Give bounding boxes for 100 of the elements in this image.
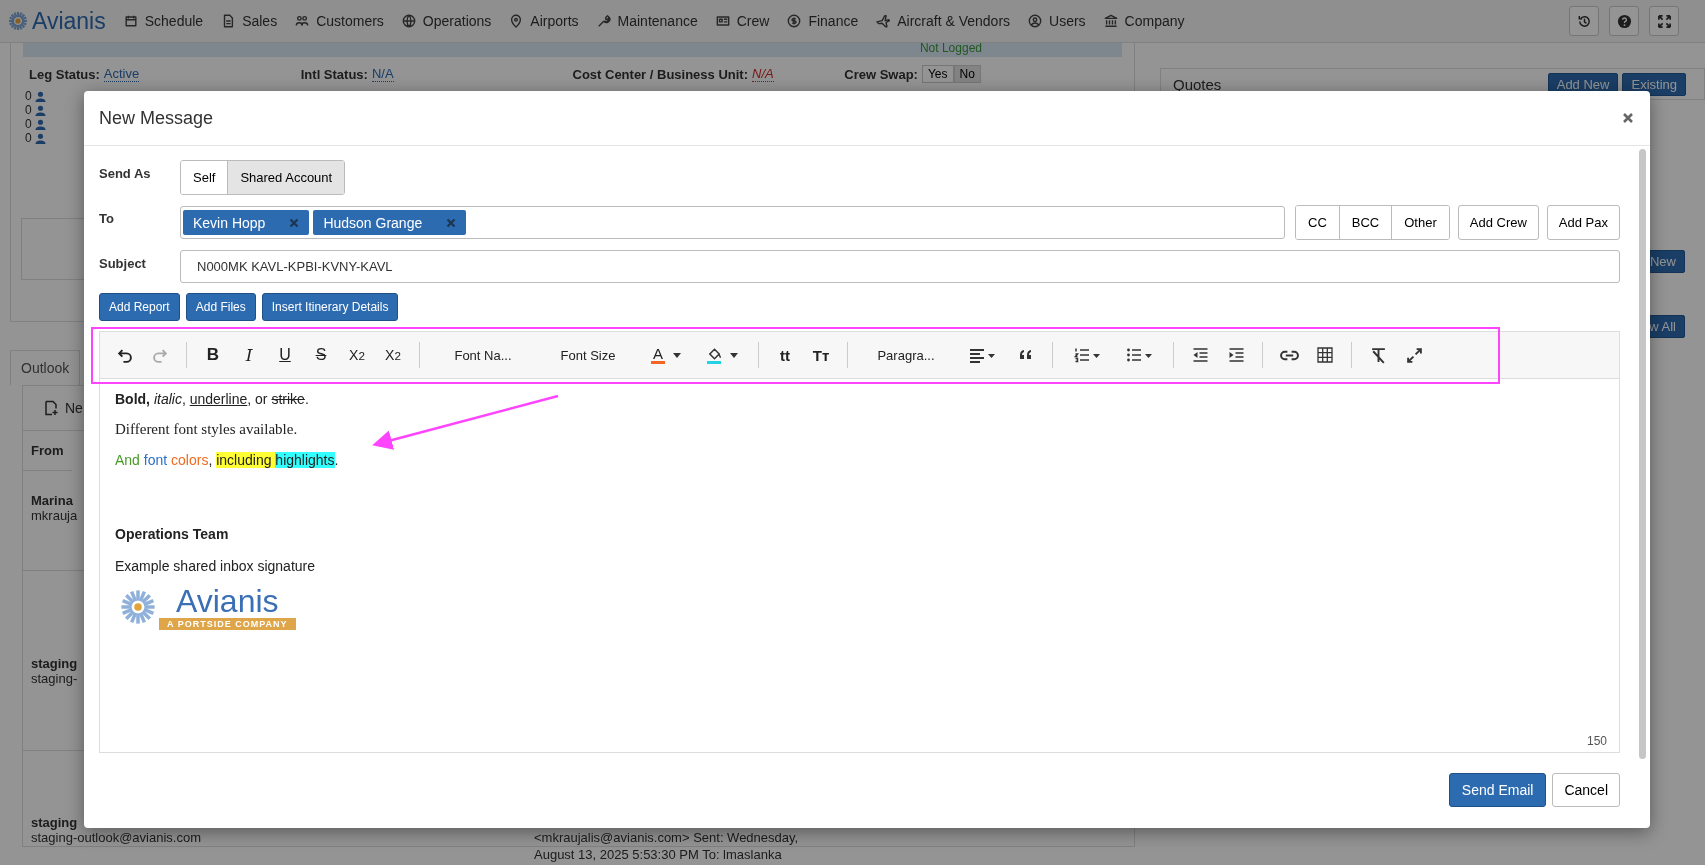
indent-icon bbox=[1227, 347, 1245, 363]
count: 0 bbox=[25, 131, 32, 145]
toolbar-dropdown[interactable]: Paragra... bbox=[856, 338, 956, 372]
nav-item[interactable]: Airports bbox=[509, 13, 579, 29]
person-icon bbox=[33, 90, 47, 102]
person-icon bbox=[33, 132, 47, 144]
history-button[interactable] bbox=[1569, 6, 1599, 36]
fullscreen-button[interactable] bbox=[1649, 6, 1679, 36]
count: 0 bbox=[25, 103, 32, 117]
subject-field[interactable]: N000MK KAVL-KPBI-KVNY-KAVL bbox=[180, 250, 1620, 283]
field-label: Intl Status: bbox=[300, 66, 368, 82]
nav-item[interactable]: Operations bbox=[401, 13, 492, 29]
history-icon bbox=[1576, 13, 1592, 29]
logo-icon bbox=[119, 588, 157, 626]
scrollbar[interactable] bbox=[1639, 149, 1646, 759]
insert-button[interactable]: Insert Itinerary Details bbox=[261, 293, 399, 321]
text-size-button[interactable]: tt bbox=[767, 338, 803, 372]
sender-address: staging-outlook@avianis.com bbox=[31, 830, 201, 845]
toggle-option[interactable]: Yes bbox=[921, 65, 954, 83]
wrench-icon bbox=[596, 14, 611, 28]
nav-item[interactable]: Maintenance bbox=[596, 13, 698, 29]
user-icon bbox=[1028, 14, 1043, 28]
close-icon[interactable] bbox=[1622, 112, 1634, 124]
nav-item[interactable]: Schedule bbox=[123, 13, 204, 29]
recipient-chip[interactable]: Kevin Hopp bbox=[183, 210, 310, 235]
sender-address: staging- bbox=[31, 671, 78, 686]
nav-item[interactable]: Customers bbox=[295, 13, 384, 29]
cancel-button[interactable]: Cancel bbox=[1552, 773, 1620, 807]
calendar-icon bbox=[123, 14, 138, 28]
expand-icon bbox=[1405, 346, 1423, 364]
pin-icon bbox=[509, 14, 524, 28]
format-button[interactable]: U bbox=[267, 338, 303, 372]
globe-icon bbox=[401, 14, 416, 28]
field-value-link[interactable]: N/A bbox=[371, 66, 394, 82]
field-label: Subject bbox=[99, 255, 147, 271]
message-text: Different font styles available. bbox=[115, 421, 299, 438]
add-recipient-button[interactable]: Add Crew bbox=[1457, 205, 1539, 240]
caret-icon bbox=[729, 352, 738, 358]
field-value-link[interactable]: N/A bbox=[752, 66, 774, 82]
font-color-button[interactable]: A bbox=[638, 338, 694, 372]
format-button[interactable]: I bbox=[231, 338, 267, 372]
help-icon bbox=[1616, 13, 1632, 29]
nav-item[interactable]: Aircraft & Vendors bbox=[876, 13, 1011, 29]
message-preview: <mkraujalis@avianis.com> Sent: Wednesday, bbox=[534, 829, 799, 846]
insert-button[interactable]: Add Report bbox=[99, 293, 180, 321]
signature-name: Operations Team bbox=[115, 526, 230, 542]
count: 0 bbox=[25, 89, 32, 103]
toolbar-dropdown[interactable]: Font Na... bbox=[428, 338, 538, 372]
field-value-link[interactable]: Active bbox=[103, 66, 140, 82]
send-button[interactable]: Send Email bbox=[1448, 773, 1547, 807]
toggle-option[interactable]: No bbox=[953, 65, 981, 83]
field-label: Send As bbox=[99, 165, 152, 181]
clear-format-icon bbox=[1369, 346, 1387, 364]
expand-icon bbox=[1656, 13, 1672, 29]
nav-item[interactable]: Company bbox=[1103, 13, 1185, 29]
field-label: To bbox=[99, 210, 115, 226]
field-label: Leg Status: bbox=[29, 66, 100, 82]
logo-icon bbox=[6, 9, 30, 33]
sender-name: staging bbox=[31, 815, 78, 830]
panel-button[interactable]: Existing bbox=[1622, 72, 1686, 96]
cut-off-button-label[interactable]: Ne bbox=[65, 400, 83, 416]
numbered-list-icon bbox=[1072, 347, 1102, 363]
panel-title: Quotes bbox=[1173, 75, 1222, 93]
brand-name[interactable]: Avianis bbox=[32, 7, 106, 35]
person-icon bbox=[33, 104, 47, 116]
align-left-icon bbox=[967, 347, 997, 363]
character-count: 150 bbox=[1586, 734, 1607, 748]
link-icon bbox=[1279, 349, 1299, 361]
sender-name: staging bbox=[31, 656, 78, 671]
text-size-button[interactable]: Tт bbox=[803, 338, 839, 372]
format-button[interactable]: S bbox=[303, 338, 339, 372]
table-icon bbox=[1317, 347, 1333, 363]
nav-item[interactable]: Crew bbox=[715, 13, 770, 29]
signature-text: Example shared inbox signature bbox=[115, 558, 316, 574]
caret-icon bbox=[673, 352, 681, 358]
format-button[interactable]: B bbox=[195, 338, 231, 372]
send-as-option[interactable]: Shared Account bbox=[227, 161, 345, 194]
sender-address: mkrauja bbox=[31, 508, 78, 523]
message-preview: August 13, 2025 5:53:30 PM To: lmaslanka bbox=[534, 846, 783, 863]
new-document-icon bbox=[43, 400, 59, 416]
nav-item[interactable]: Users bbox=[1028, 13, 1086, 29]
insert-button[interactable]: Add Files bbox=[185, 293, 256, 321]
dollar-icon bbox=[787, 14, 802, 28]
nav-item[interactable]: Sales bbox=[221, 13, 278, 29]
copy-option-button[interactable]: Other bbox=[1391, 206, 1449, 239]
nav-item[interactable]: Finance bbox=[787, 13, 859, 29]
message-text: Bold, italic, underline, or strike. bbox=[115, 391, 310, 407]
count: 0 bbox=[25, 117, 32, 131]
sender-name: Marina bbox=[31, 493, 73, 508]
help-button[interactable] bbox=[1609, 6, 1639, 36]
field-label: Cost Center / Business Unit: bbox=[572, 66, 749, 82]
logo-tagline: A PORTSIDE COMPANY bbox=[159, 618, 296, 630]
outlook-tab[interactable]: Outlook bbox=[10, 350, 81, 385]
recipient-chip[interactable]: Hudson Grange bbox=[313, 210, 467, 235]
bullet-list-icon bbox=[1124, 347, 1154, 363]
to-field[interactable]: Kevin Hopp Hudson Grange bbox=[180, 206, 1285, 239]
column-header: From bbox=[23, 431, 72, 471]
dialog-title: New Message bbox=[99, 107, 214, 129]
toolbar-dropdown[interactable]: Font Size bbox=[538, 338, 638, 372]
add-recipient-button[interactable]: Add Pax bbox=[1546, 205, 1620, 240]
